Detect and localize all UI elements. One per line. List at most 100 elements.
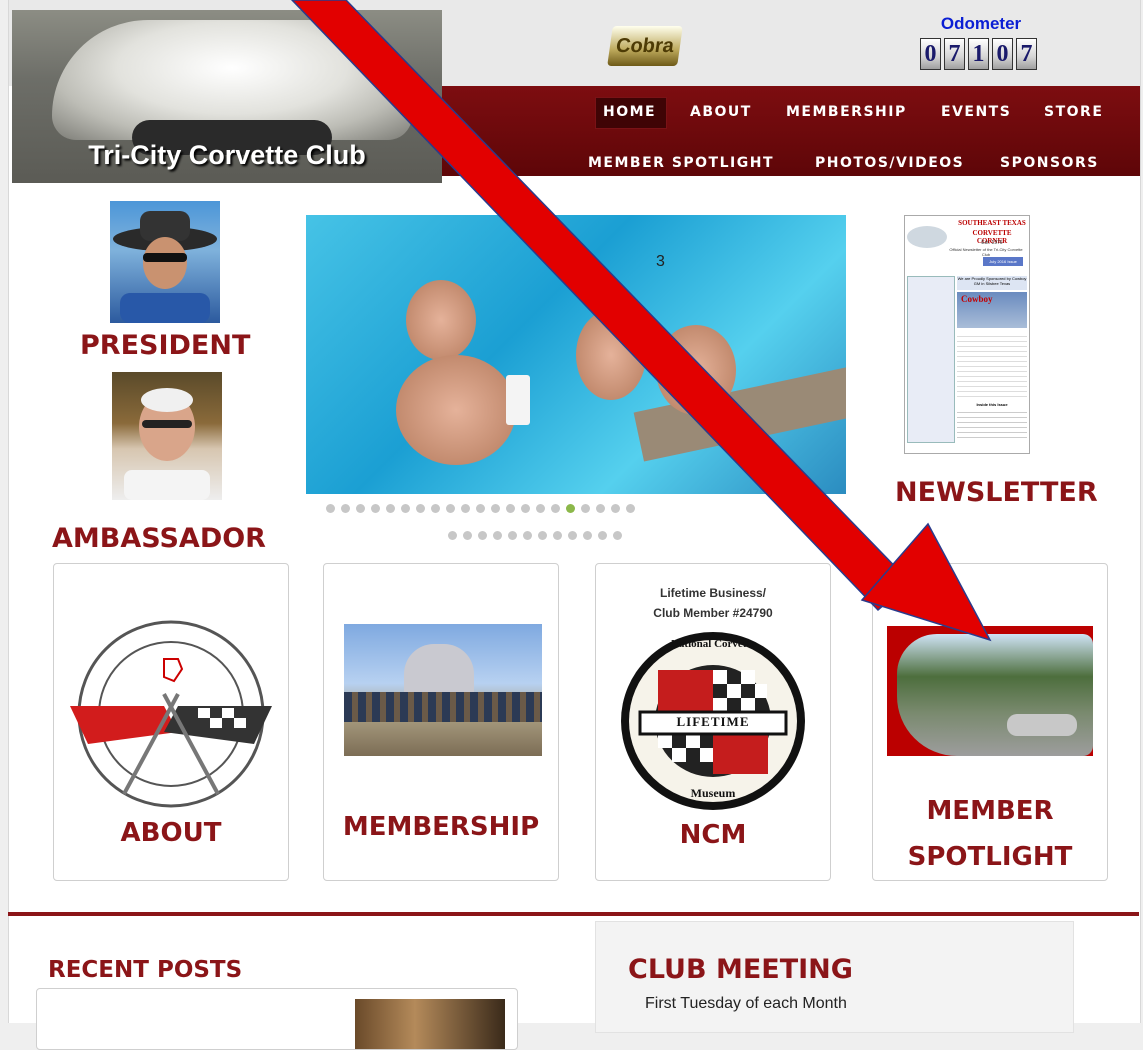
slider-dot[interactable] [598, 531, 607, 540]
slider-dot[interactable] [478, 531, 487, 540]
membership-card[interactable]: MEMBERSHIP [323, 563, 559, 881]
newsletter-est: Est. 1976 [981, 240, 1003, 246]
ambassador-portrait [124, 388, 210, 500]
nav-about[interactable]: ABOUT [690, 104, 752, 120]
ncm-card-title: NCM [679, 820, 747, 850]
slider-dot[interactable] [596, 504, 605, 513]
slider-dot[interactable] [506, 504, 515, 513]
site-logo-banner[interactable]: Tri-City Corvette Club [12, 10, 442, 183]
newsletter-inside-heading: Inside this Issue [976, 402, 1008, 407]
slider-dot[interactable] [341, 504, 350, 513]
newsletter-sidebar [907, 276, 955, 443]
slider-dot[interactable] [356, 504, 365, 513]
club-meeting-schedule: First Tuesday of each Month [645, 995, 847, 1012]
slider-dot[interactable] [536, 504, 545, 513]
newsletter-issue: July 2016 Issue [983, 257, 1023, 266]
person-face [576, 310, 646, 400]
slider-dots-row1 [326, 504, 635, 513]
slider-dot[interactable] [463, 531, 472, 540]
slider-dot[interactable] [446, 504, 455, 513]
ncm-badge-bottom: Museum [690, 786, 736, 800]
spotlight-mirror-photo [887, 626, 1093, 756]
club-meeting-title: CLUB MEETING [628, 954, 853, 985]
slider-dots-row2 [448, 531, 622, 540]
about-card-title: ABOUT [120, 818, 222, 848]
ambassador-photo[interactable] [112, 372, 222, 500]
slider-dot[interactable] [431, 504, 440, 513]
nav-photos-videos[interactable]: PHOTOS/VIDEOS [815, 155, 964, 171]
nav-sponsors[interactable]: SPONSORS [1000, 155, 1099, 171]
slider-dot[interactable] [583, 531, 592, 540]
slider-dot[interactable] [491, 504, 500, 513]
slider-dot[interactable] [568, 531, 577, 540]
president-portrait [113, 211, 217, 323]
nav-events[interactable]: EVENTS [941, 104, 1011, 120]
nav-store[interactable]: STORE [1044, 104, 1103, 120]
newsletter-subtitle: Official Newsletter of the Tri-City Corv… [949, 247, 1023, 257]
odometer-digit: 0 [920, 38, 941, 70]
slider-dot[interactable] [553, 531, 562, 540]
president-label[interactable]: PRESIDENT [80, 330, 250, 361]
drink-cup [506, 375, 530, 425]
member-spotlight-card[interactable]: MEMBER SPOTLIGHT [872, 563, 1108, 881]
newsletter-heading1: SOUTHEAST TEXAS [958, 219, 1026, 227]
slider-dot[interactable] [401, 504, 410, 513]
slider-dot[interactable] [326, 504, 335, 513]
newsletter-corvette-emblem [907, 226, 947, 248]
slider-dot[interactable] [461, 504, 470, 513]
ncm-badge-lifetime: LIFETIME [676, 714, 750, 729]
slider-dot[interactable] [448, 531, 457, 540]
about-card[interactable]: ABOUT [53, 563, 289, 881]
newsletter-sponsor-line: We are Proudly Sponsored by Cowboy GM in… [957, 276, 1027, 290]
membership-card-title: MEMBERSHIP [342, 812, 540, 842]
odometer-digit: 7 [1016, 38, 1037, 70]
photo-group-people [344, 692, 542, 722]
newsletter-thumbnail[interactable]: SOUTHEAST TEXAS CORVETTE CORNER Est. 197… [904, 215, 1030, 454]
odometer-digit: 7 [944, 38, 965, 70]
person-face [406, 280, 476, 360]
slider-dot[interactable] [551, 504, 560, 513]
newsletter-sponsor-name: Cowboy [961, 294, 993, 304]
nav-home[interactable]: HOME [603, 104, 656, 120]
reflection-car [1007, 714, 1077, 736]
slider-dot[interactable] [611, 504, 620, 513]
slider-dot[interactable] [566, 504, 575, 513]
image-slider[interactable]: 3 [306, 215, 846, 494]
slider-dot[interactable] [523, 531, 532, 540]
tri-city-emblem-icon [70, 620, 272, 808]
photo-monument [404, 644, 474, 694]
slider-dot[interactable] [613, 531, 622, 540]
newsletter-label[interactable]: NEWSLETTER [895, 477, 1098, 508]
recent-posts-panel[interactable] [36, 988, 518, 1050]
slider-dot[interactable] [626, 504, 635, 513]
newsletter-toc [957, 408, 1027, 442]
person-face [656, 325, 736, 415]
section-divider [8, 912, 1139, 916]
slider-dot[interactable] [581, 504, 590, 513]
member-spotlight-title-line2: SPOTLIGHT [907, 842, 1073, 872]
slider-dot[interactable] [538, 531, 547, 540]
nav-member-spotlight[interactable]: MEMBER SPOTLIGHT [588, 155, 774, 171]
member-spotlight-title-line1: MEMBER [926, 796, 1054, 826]
person-face [396, 355, 516, 465]
site-title: Tri-City Corvette Club [88, 140, 366, 170]
slider-dot[interactable] [416, 504, 425, 513]
recent-posts-title: RECENT POSTS [48, 957, 243, 983]
ncm-caption-line2: Club Member #24790 [653, 606, 773, 620]
slider-dot[interactable] [493, 531, 502, 540]
pool-depth-marker: 3 [656, 253, 665, 270]
slider-dot[interactable] [371, 504, 380, 513]
slider-dot[interactable] [386, 504, 395, 513]
president-photo[interactable] [110, 201, 220, 323]
cobra-logo: Cobra [607, 26, 683, 66]
ncm-card[interactable]: Lifetime Business/ Club Member #24790 LI… [595, 563, 831, 881]
ambassador-label[interactable]: AMBASSADOR [52, 523, 266, 554]
odometer-digit: 0 [992, 38, 1013, 70]
membership-group-photo [344, 624, 542, 756]
slider-dot[interactable] [508, 531, 517, 540]
recent-post-thumbnail[interactable] [355, 999, 505, 1049]
nav-membership[interactable]: MEMBERSHIP [786, 104, 907, 120]
slider-dot[interactable] [521, 504, 530, 513]
ncm-badge-top: National Corvette [670, 638, 755, 650]
slider-dot[interactable] [476, 504, 485, 513]
